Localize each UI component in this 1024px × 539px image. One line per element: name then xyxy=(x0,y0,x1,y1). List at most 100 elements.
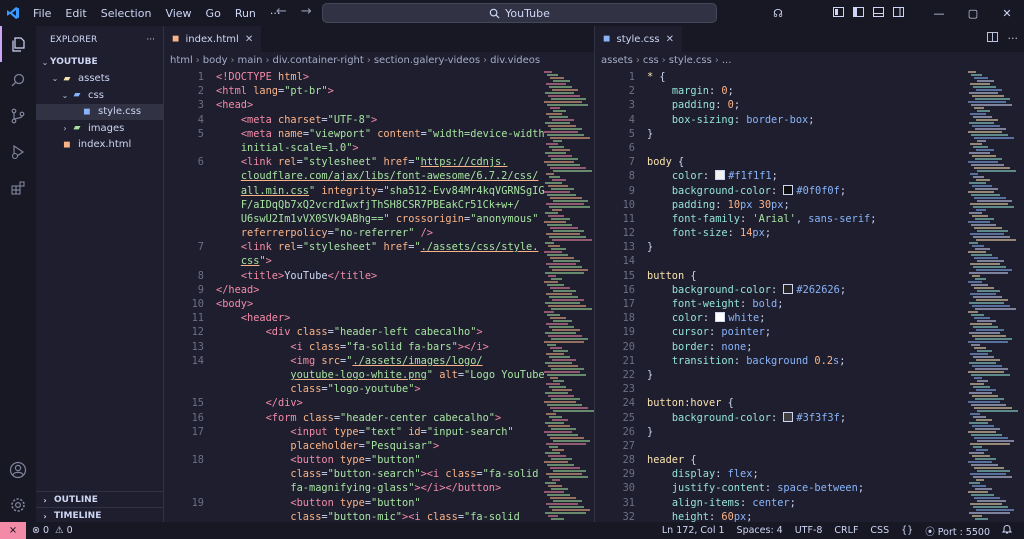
menu-run[interactable]: Run xyxy=(228,7,263,20)
code-line[interactable]: youtube-logo-white.png" alt="Logo YouTub… xyxy=(164,368,544,382)
code-line[interactable]: 32 height: 60px; xyxy=(595,510,968,522)
customize-layout-icon[interactable] xyxy=(828,6,848,20)
code-line[interactable]: 4 box-sizing: border-box; xyxy=(595,113,968,127)
code-line[interactable]: 29 display: flex; xyxy=(595,467,968,481)
code-line[interactable]: 6 <link rel="stylesheet" href="https://c… xyxy=(164,155,544,169)
settings-gear-icon[interactable] xyxy=(0,487,36,523)
code-line[interactable]: 5 <meta name="viewport" content="width=d… xyxy=(164,127,544,141)
menu-view[interactable]: View xyxy=(158,7,198,20)
breadcrumb-segment[interactable]: assets xyxy=(601,55,633,66)
code-line[interactable]: 10 padding: 10px 30px; xyxy=(595,198,968,212)
code-line[interactable]: 1 <!DOCTYPE html> xyxy=(164,70,544,84)
code-line[interactable]: class="button-search"><i class="fa-solid xyxy=(164,467,544,481)
code-line[interactable]: placeholder="Pesquisar"> xyxy=(164,439,544,453)
code-line[interactable]: 24 button:hover { xyxy=(595,396,968,410)
code-line[interactable]: 22} xyxy=(595,368,968,382)
code-line[interactable]: 25 background-color: #3f3f3f; xyxy=(595,411,968,425)
code-line[interactable]: U6swU2Im1vVX0SVk9ABhg==" crossorigin="an… xyxy=(164,212,544,226)
code-line[interactable]: class="button-mic"><i class="fa-solid xyxy=(164,510,544,522)
minimap-right[interactable] xyxy=(968,70,1018,522)
code-line[interactable]: 17 <input type="text" id="input-search" xyxy=(164,425,544,439)
code-line[interactable]: 2 <html lang="pt-br"> xyxy=(164,84,544,98)
breadcrumb-segment[interactable]: body xyxy=(203,55,228,66)
code-line[interactable]: 11 font-family: 'Arial', sans-serif; xyxy=(595,212,968,226)
live-server-port[interactable]: ⦿ Port : 5500 xyxy=(919,524,996,538)
code-line[interactable]: 15 </div> xyxy=(164,396,544,410)
toggle-panel-icon[interactable] xyxy=(868,6,888,20)
code-line[interactable]: 11 <header> xyxy=(164,311,544,325)
tree-item[interactable]: ⌄ YOUTUBE xyxy=(36,54,163,71)
notifications-bell-icon[interactable] xyxy=(996,524,1018,537)
run-debug-icon[interactable] xyxy=(0,134,36,170)
code-line[interactable]: referrerpolicy="no-referrer" /> xyxy=(164,226,544,240)
code-line[interactable]: 4 <meta charset="UTF-8"> xyxy=(164,113,544,127)
tree-item[interactable]: › ▰ images xyxy=(36,120,163,137)
code-line[interactable]: 17 font-weight: bold; xyxy=(595,297,968,311)
close-tab-icon[interactable]: ✕ xyxy=(245,34,253,45)
braces-icon[interactable]: {} xyxy=(895,525,919,536)
code-line[interactable]: 18 <button type="button" xyxy=(164,453,544,467)
close-tab-icon[interactable]: ✕ xyxy=(666,34,674,45)
code-line[interactable]: 6 xyxy=(595,141,968,155)
code-line[interactable]: 10 <body> xyxy=(164,297,544,311)
remote-indicator-icon[interactable]: ⨯ xyxy=(0,522,26,539)
code-line[interactable]: 30 justify-content: space-between; xyxy=(595,481,968,495)
outline-section[interactable]: › OUTLINE xyxy=(36,491,163,508)
end-of-line[interactable]: CRLF xyxy=(828,525,864,536)
tab-style-css[interactable]: ◼ style.css ✕ xyxy=(595,26,682,52)
extensions-icon[interactable] xyxy=(0,170,36,206)
code-line[interactable]: class="logo-youtube"> xyxy=(164,382,544,396)
code-line[interactable]: 14 <img src="./assets/images/logo/ xyxy=(164,354,544,368)
code-area-left[interactable]: 1 <!DOCTYPE html> 2 <html lang="pt-br"> 3 <he… xyxy=(164,70,544,522)
code-line[interactable]: 9 </head> xyxy=(164,283,544,297)
minimize-button[interactable]: — xyxy=(922,7,956,20)
code-line[interactable]: 1 * { xyxy=(595,70,968,84)
code-line[interactable]: css"> xyxy=(164,254,544,268)
maximize-button[interactable]: ▢ xyxy=(956,7,990,20)
more-actions-icon[interactable]: ··· xyxy=(1008,32,1019,45)
code-line[interactable]: 13} xyxy=(595,240,968,254)
code-line[interactable]: 19 <button type="button" xyxy=(164,496,544,510)
code-line[interactable]: 8 color: #f1f1f1; xyxy=(595,169,968,183)
code-line[interactable]: 23 xyxy=(595,382,968,396)
code-line[interactable]: 5} xyxy=(595,127,968,141)
code-line[interactable]: 27 xyxy=(595,439,968,453)
warnings-count[interactable]: ⚠ 0 xyxy=(55,525,79,536)
explorer-more-icon[interactable]: ··· xyxy=(146,35,155,45)
encoding[interactable]: UTF-8 xyxy=(789,525,829,536)
code-line[interactable]: 28 header { xyxy=(595,453,968,467)
code-line[interactable]: F/aIDqQb7xQ2vcrdIwxfjThSH8CSR7PBEakCr51C… xyxy=(164,198,544,212)
code-line[interactable]: 7 <link rel="stylesheet" href="./assets/… xyxy=(164,240,544,254)
menu-selection[interactable]: Selection xyxy=(94,7,159,20)
forward-arrow-icon[interactable]: → xyxy=(301,4,312,19)
tab-index-html[interactable]: ◼ index.html ✕ xyxy=(164,26,262,52)
command-center-search[interactable]: YouTube xyxy=(322,3,717,23)
code-line[interactable]: 9 background-color: #0f0f0f; xyxy=(595,184,968,198)
source-control-icon[interactable] xyxy=(0,98,36,134)
code-line[interactable]: 8 <title>YouTube</title> xyxy=(164,269,544,283)
account-icon[interactable] xyxy=(0,452,36,488)
code-line[interactable]: 3 <head> xyxy=(164,98,544,112)
menu-file[interactable]: File xyxy=(26,7,58,20)
minimap-left[interactable] xyxy=(544,70,594,522)
copilot-icon[interactable]: ☊ xyxy=(768,7,788,20)
tree-item[interactable]: ◼ index.html xyxy=(36,137,163,154)
menu-edit[interactable]: Edit xyxy=(58,7,93,20)
close-button[interactable]: ✕ xyxy=(990,7,1024,20)
code-line[interactable]: 21 transition: background 0.2s; xyxy=(595,354,968,368)
code-line[interactable]: initial-scale=1.0"> xyxy=(164,141,544,155)
code-line[interactable]: 16 background-color: #262626; xyxy=(595,283,968,297)
tree-item[interactable]: ⌄ ▰ assets xyxy=(36,71,163,88)
code-line[interactable]: 12 <div class="header-left cabecalho"> xyxy=(164,325,544,339)
language-mode[interactable]: CSS xyxy=(864,525,895,536)
cursor-position[interactable]: Ln 172, Col 1 xyxy=(656,525,731,536)
explorer-icon[interactable] xyxy=(0,26,36,62)
code-line[interactable]: 16 <form class="header-center cabecalho"… xyxy=(164,411,544,425)
breadcrumb-segment[interactable]: section.galery-videos xyxy=(374,55,480,66)
code-line[interactable]: cloudflare.com/ajax/libs/font-awesome/6.… xyxy=(164,169,544,183)
code-line[interactable]: 19 cursor: pointer; xyxy=(595,325,968,339)
code-line[interactable]: 7 body { xyxy=(595,155,968,169)
code-line[interactable]: 3 padding: 0; xyxy=(595,98,968,112)
menu-go[interactable]: Go xyxy=(199,7,228,20)
breadcrumb-segment[interactable]: html xyxy=(170,55,193,66)
